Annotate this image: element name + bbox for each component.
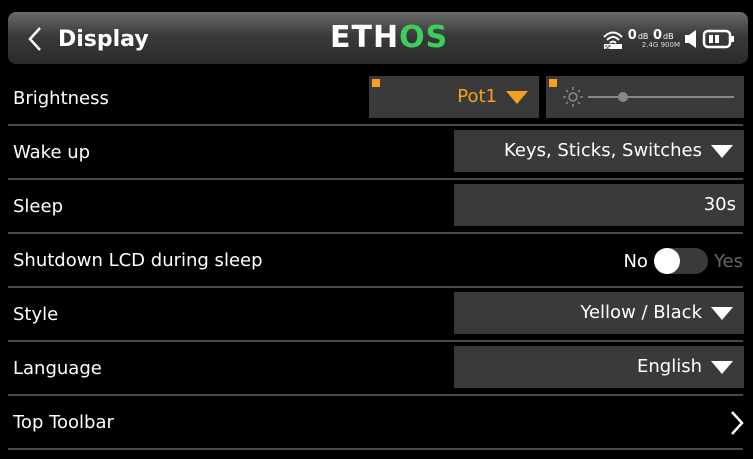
row-language: Language English — [0, 342, 753, 396]
row-sleep: Sleep 30s — [0, 180, 753, 234]
band-label-2: 900M — [660, 41, 680, 49]
wake-up-dropdown[interactable]: Keys, Sticks, Switches — [454, 130, 744, 172]
title-bar: Display ETHOS SF 0dB 0dB 2.4G 900M — [8, 12, 748, 64]
style-dropdown[interactable]: Yellow / Black — [454, 292, 744, 334]
language-dropdown[interactable]: English — [454, 346, 744, 388]
chevron-left-icon — [28, 27, 41, 51]
row-wake-up: Wake up Keys, Sticks, Switches — [0, 126, 753, 180]
page-title: Display — [58, 26, 149, 52]
rssi-unit-1: dB — [637, 32, 649, 41]
style-value: Yellow / Black — [580, 302, 702, 323]
slider-track — [588, 96, 734, 98]
header-bar: Display ETHOS SF 0dB 0dB 2.4G 900M — [0, 0, 753, 72]
slider-indicator — [549, 79, 557, 87]
chevron-right-icon — [731, 411, 744, 435]
sleep-field[interactable]: 30s — [454, 184, 744, 226]
dropdown-arrow-icon — [711, 307, 733, 320]
shutdown-lcd-toggle[interactable] — [653, 248, 708, 274]
top-toolbar-label: Top Toolbar — [13, 412, 114, 433]
dropdown-arrow-icon — [711, 145, 733, 158]
brightness-label: Brightness — [13, 88, 109, 109]
shutdown-lcd-label: Shutdown LCD during sleep — [13, 250, 263, 271]
brightness-source-dropdown[interactable]: Pot1 — [369, 76, 539, 118]
toggle-on-label: Yes — [713, 250, 743, 272]
rssi-value-1: 0 — [627, 28, 637, 43]
row-shutdown-lcd: Shutdown LCD during sleep No Yes — [0, 234, 753, 288]
speaker-icon — [685, 30, 696, 48]
sleep-value: 30s — [703, 194, 736, 215]
wake-up-label: Wake up — [13, 142, 91, 163]
brightness-source-value: Pot1 — [457, 86, 497, 107]
language-value: English — [637, 356, 702, 377]
shutdown-lcd-toggle-group: No Yes — [623, 246, 743, 276]
row-brightness: Brightness Pot1 — [0, 72, 753, 126]
sleep-label: Sleep — [13, 196, 64, 217]
signal-icon: SF — [603, 31, 623, 50]
logo-accent: OS — [399, 20, 449, 55]
dropdown-arrow-icon — [711, 361, 733, 374]
logo-main: ETH — [330, 20, 400, 55]
sun-icon — [563, 87, 583, 107]
wake-up-value: Keys, Sticks, Switches — [503, 140, 702, 161]
brightness-slider[interactable] — [546, 76, 744, 118]
row-top-toolbar[interactable]: Top Toolbar — [0, 396, 753, 450]
language-label: Language — [13, 358, 102, 379]
toggle-knob — [653, 248, 680, 274]
rssi-unit-2: dB — [663, 32, 674, 41]
toggle-off-label: No — [623, 250, 648, 272]
source-indicator — [372, 79, 380, 87]
back-button[interactable]: Display — [26, 22, 166, 56]
style-label: Style — [13, 304, 59, 325]
dropdown-arrow-icon — [506, 91, 528, 104]
row-divider — [8, 448, 743, 450]
battery-icon — [702, 29, 734, 49]
svg-text:SF: SF — [605, 45, 611, 50]
ethos-logo: ETHOS — [330, 20, 448, 55]
status-area: SF 0dB 0dB 2.4G 900M — [601, 22, 736, 56]
band-label-1: 2.4G — [641, 41, 659, 49]
row-style: Style Yellow / Black — [0, 288, 753, 342]
slider-knob[interactable] — [618, 92, 628, 102]
rssi-block: 0dB 0dB 2.4G 900M — [628, 29, 680, 49]
